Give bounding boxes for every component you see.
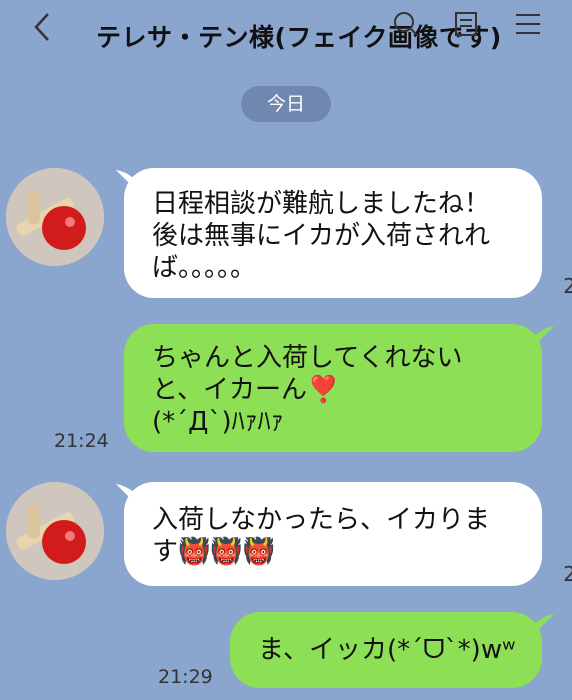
message-bubble[interactable]: ま、イッカ(*´ᗜ`*)wʷ — [230, 612, 542, 688]
chat-header: テレサ・テン様(フェイク画像です) — [0, 0, 572, 70]
bubble-tail — [532, 614, 554, 636]
document-icon[interactable] — [452, 10, 480, 38]
message-line: ま、イッカ(*´ᗜ`*)wʷ — [258, 635, 516, 665]
message-bubble[interactable]: 入荷しなかったら、イカりま す👹👹👹 — [124, 482, 542, 586]
message-line: 日程相談が難航しましたね！ — [152, 189, 491, 219]
message-line: 入荷しなかったら、イカりま — [152, 505, 491, 535]
cut-off-timestamp: 2 — [563, 274, 572, 298]
bubble-tail — [532, 326, 554, 348]
message-line: す👹👹👹 — [152, 537, 276, 567]
date-separator: 今日 — [241, 86, 331, 122]
kendama-avatar-image — [6, 482, 104, 580]
avatar[interactable] — [6, 482, 104, 580]
cut-off-timestamp: 2 — [563, 562, 572, 586]
menu-icon[interactable] — [514, 10, 542, 38]
search-icon[interactable] — [392, 10, 420, 38]
chevron-left-icon[interactable] — [28, 12, 56, 42]
message-timestamp: 21:24 — [54, 430, 109, 452]
message-line: 後は無事にイカが入荷されれ — [152, 221, 491, 251]
message-bubble[interactable]: 日程相談が難航しましたね！ 後は無事にイカが入荷されれ ば。。。。。 — [124, 168, 542, 298]
message-timestamp: 21:29 — [158, 666, 213, 688]
kendama-avatar-image — [6, 168, 104, 266]
message-line: (*´Д`)ﾊｧﾊｧ — [152, 407, 284, 437]
message-line: ば。。。。。 — [152, 253, 257, 283]
avatar[interactable] — [6, 168, 104, 266]
message-line: と、イカーん❣️ — [152, 375, 340, 405]
message-line: ちゃんと入荷してくれない — [152, 343, 463, 373]
message-bubble[interactable]: ちゃんと入荷してくれない と、イカーん❣️ (*´Д`)ﾊｧﾊｧ — [124, 324, 542, 452]
